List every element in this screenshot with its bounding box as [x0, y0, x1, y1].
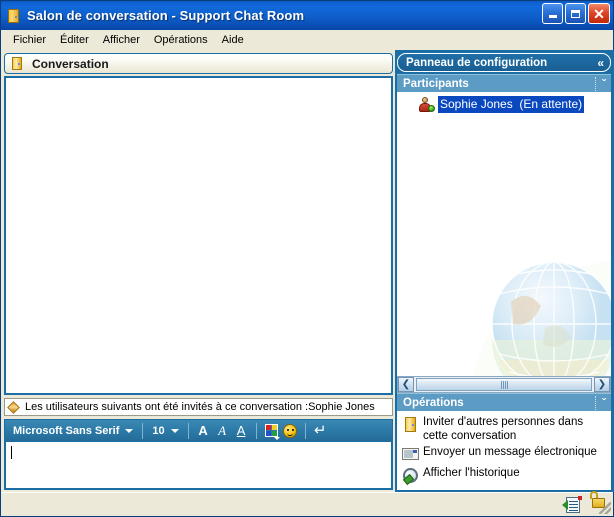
participants-list[interactable]: Sophie Jones (En attente) — [397, 92, 611, 376]
grip-icon — [500, 380, 508, 389]
color-palette-icon — [264, 424, 278, 437]
scrollbar-track[interactable] — [414, 377, 594, 392]
history-magnifier-icon — [400, 465, 420, 485]
chevron-down-icon[interactable]: ˇ — [595, 76, 606, 91]
globe-watermark-icon — [472, 258, 611, 376]
chat-room-window: Salon de conversation - Support Chat Roo… — [0, 0, 614, 517]
conversation-header: Conversation — [4, 53, 393, 74]
resize-grip[interactable] — [599, 502, 611, 514]
menu-item-operations[interactable]: Opérations — [147, 32, 215, 48]
operation-label: Inviter d'autres personnes dans cette co… — [423, 416, 584, 442]
menu-item-fichier[interactable]: Fichier — [6, 32, 53, 48]
conversation-title: Conversation — [32, 56, 109, 71]
toolbar-divider — [304, 422, 306, 439]
door-icon — [6, 8, 22, 24]
chevron-down-icon — [125, 428, 134, 433]
window-controls: ✕ — [542, 3, 610, 24]
door-icon — [400, 414, 420, 434]
emoticon-button[interactable] — [281, 421, 300, 440]
envelope-icon — [400, 444, 420, 464]
underline-button[interactable]: A — [232, 421, 251, 440]
chevron-down-icon[interactable]: ˇ — [595, 395, 606, 410]
participants-horizontal-scrollbar[interactable]: ❮ ❯ — [397, 376, 611, 393]
message-input[interactable] — [4, 442, 393, 490]
text-caret — [11, 446, 12, 459]
config-panel: Panneau de configuration « Participants … — [395, 50, 614, 492]
maximize-button[interactable] — [565, 3, 586, 24]
font-size-value: 10 — [152, 424, 165, 437]
scroll-left-button[interactable]: ❮ — [398, 377, 414, 392]
window-title: Salon de conversation - Support Chat Roo… — [27, 8, 305, 23]
toolbar-divider — [142, 422, 144, 439]
collapse-panel-button[interactable]: « — [597, 56, 604, 70]
maximize-icon — [571, 9, 580, 18]
participant-name: Sophie Jones (En attente) — [438, 96, 585, 113]
smiley-icon — [283, 423, 298, 438]
font-color-button[interactable] — [262, 421, 281, 440]
operations-list: Inviter d'autres personnes dans cette co… — [397, 411, 611, 490]
conversation-log-frame — [4, 76, 393, 395]
operations-section-title: Opérations — [403, 396, 464, 409]
enter-arrow-icon: ↵ — [313, 422, 327, 439]
chevron-down-icon — [170, 428, 179, 433]
conversation-status-bar: Les utilisateurs suivants ont été invité… — [4, 398, 393, 416]
scroll-right-button[interactable]: ❯ — [594, 377, 610, 392]
bold-button[interactable]: A — [194, 421, 213, 440]
italic-button[interactable]: A — [213, 421, 232, 440]
participants-section-title: Participants — [403, 77, 469, 90]
menu-item-afficher[interactable]: Afficher — [96, 32, 147, 48]
close-icon: ✕ — [593, 5, 605, 22]
operation-invite-people[interactable]: Inviter d'autres personnes dans cette co… — [400, 414, 608, 443]
window-body: Conversation Les utilisateurs suivants o… — [1, 50, 614, 492]
door-icon — [11, 56, 24, 71]
close-button[interactable]: ✕ — [588, 3, 610, 24]
list-item[interactable]: Sophie Jones (En attente) — [419, 96, 609, 113]
menu-item-editer[interactable]: Éditer — [53, 32, 96, 48]
operation-send-email[interactable]: Envoyer un message électronique — [400, 444, 608, 464]
conversation-status-message: Les utilisateurs suivants ont été invité… — [25, 401, 375, 413]
person-online-icon — [419, 97, 435, 112]
participants-section-header[interactable]: Participants ˇ — [397, 74, 611, 92]
font-family-value: Microsoft Sans Serif — [13, 424, 120, 437]
format-toolbar: Microsoft Sans Serif 10 A A A ↵ — [4, 419, 393, 442]
minimize-icon — [548, 15, 557, 18]
conversation-pane: Conversation Les utilisateurs suivants o… — [1, 50, 395, 492]
config-panel-title: Panneau de configuration — [406, 56, 548, 69]
font-family-dropdown[interactable]: Microsoft Sans Serif — [9, 425, 137, 437]
font-size-dropdown[interactable]: 10 — [148, 425, 182, 437]
toolbar-divider — [255, 422, 257, 439]
config-panel-header: Panneau de configuration « — [397, 53, 611, 72]
log-document-icon[interactable] — [562, 495, 583, 514]
status-bar — [1, 490, 613, 516]
diamond-icon — [7, 400, 20, 414]
toolbar-divider — [187, 422, 189, 439]
title-bar: Salon de conversation - Support Chat Roo… — [1, 1, 613, 30]
conversation-log[interactable] — [6, 78, 391, 393]
chevron-down-icon — [273, 437, 280, 440]
scrollbar-thumb[interactable] — [416, 378, 592, 391]
operation-label: Envoyer un message électronique — [423, 446, 597, 458]
minimize-button[interactable] — [542, 3, 563, 24]
operation-label: Afficher l'historique — [423, 467, 520, 479]
menu-bar: Fichier Éditer Afficher Opérations Aide — [1, 30, 613, 50]
send-button[interactable]: ↵ — [311, 421, 330, 440]
menu-item-aide[interactable]: Aide — [215, 32, 251, 48]
operations-section-header[interactable]: Opérations ˇ — [397, 393, 611, 411]
operation-view-history[interactable]: Afficher l'historique — [400, 465, 608, 485]
